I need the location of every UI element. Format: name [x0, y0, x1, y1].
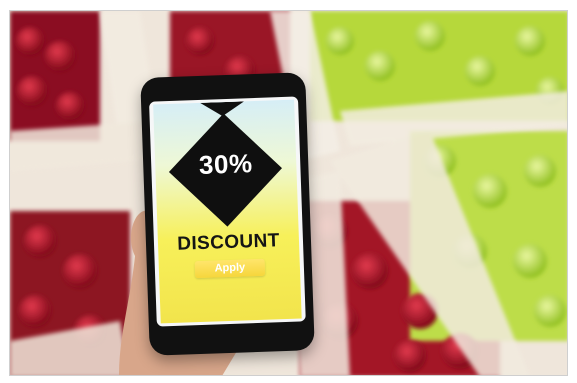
smartphone: 30% DISCOUNT Apply [140, 72, 315, 356]
phone-screen-bezel: 30% DISCOUNT Apply [149, 96, 306, 327]
discount-screen: 30% DISCOUNT Apply [153, 99, 302, 324]
apply-button[interactable]: Apply [194, 258, 266, 279]
discount-percentage: 30% [198, 148, 254, 180]
photo-frame: 30% DISCOUNT Apply [9, 10, 568, 376]
discount-label: DISCOUNT [176, 230, 281, 255]
